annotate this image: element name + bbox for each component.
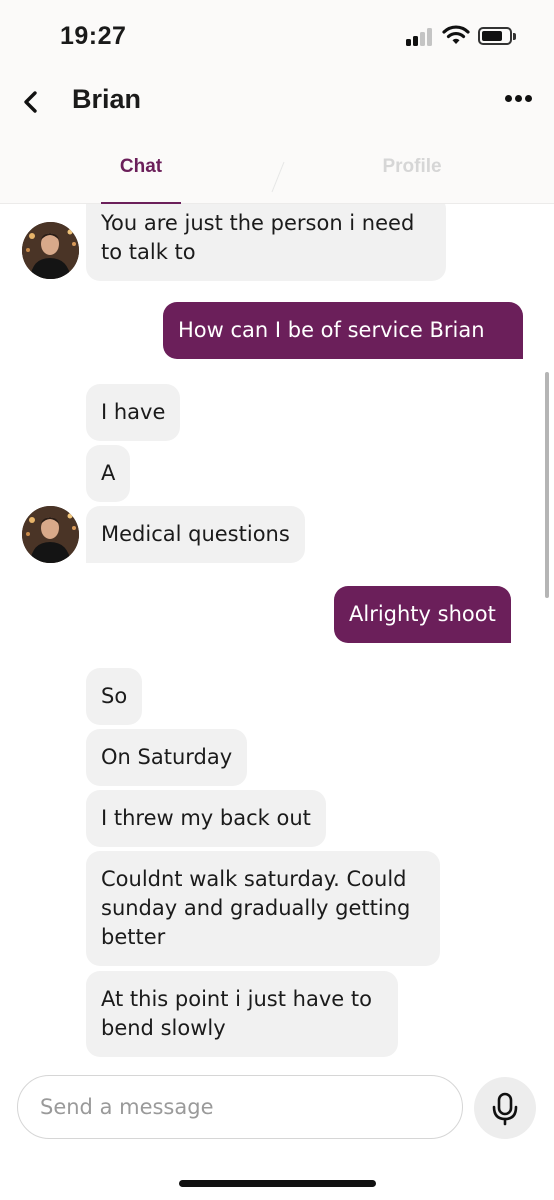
incoming-message[interactable]: Medical questions — [86, 506, 305, 563]
outgoing-message[interactable]: Alrighty shoot — [334, 586, 511, 643]
microphone-icon — [492, 1092, 518, 1126]
tab-bar: Chat Profile — [0, 134, 554, 205]
incoming-message[interactable]: You are just the person i need to talk t… — [86, 204, 446, 281]
incoming-message[interactable]: I have — [86, 384, 181, 441]
incoming-message[interactable]: Couldnt walk saturday. Could sunday and … — [86, 851, 440, 966]
chat-header: Brian — [0, 70, 554, 134]
home-indicator — [179, 1180, 376, 1187]
message-input[interactable]: Send a message — [17, 1075, 463, 1139]
signal-icon — [406, 28, 436, 46]
contact-avatar[interactable] — [22, 222, 79, 279]
wifi-icon — [442, 25, 470, 44]
outgoing-message[interactable]: How can I be of service Brian — [163, 302, 523, 359]
status-bar: 19:27 — [0, 0, 554, 70]
tab-profile-label: Profile — [382, 156, 442, 177]
tab-chat[interactable]: Chat — [61, 134, 221, 205]
contact-name[interactable]: Brian — [72, 84, 141, 115]
incoming-message[interactable]: I threw my back out — [86, 790, 326, 847]
incoming-message[interactable]: A — [86, 445, 131, 502]
message-composer: Send a message — [0, 1060, 554, 1200]
contact-avatar[interactable] — [22, 506, 79, 563]
tab-chat-label: Chat — [119, 156, 163, 177]
scrollbar[interactable] — [545, 372, 549, 598]
battery-icon — [478, 27, 516, 45]
incoming-message[interactable]: On Saturday — [86, 729, 248, 786]
tab-profile[interactable]: Profile — [332, 134, 492, 204]
incoming-message[interactable]: So — [86, 668, 143, 725]
incoming-message[interactable]: At this point i just have to bend slowly — [86, 971, 398, 1057]
more-horizontal-icon[interactable] — [498, 90, 538, 110]
tab-divider — [271, 161, 285, 193]
message-list[interactable]: You are just the person i need to talk t… — [0, 204, 554, 1060]
chevron-left-icon[interactable] — [16, 84, 48, 120]
status-time: 19:27 — [60, 22, 127, 50]
microphone-button[interactable] — [474, 1077, 536, 1139]
